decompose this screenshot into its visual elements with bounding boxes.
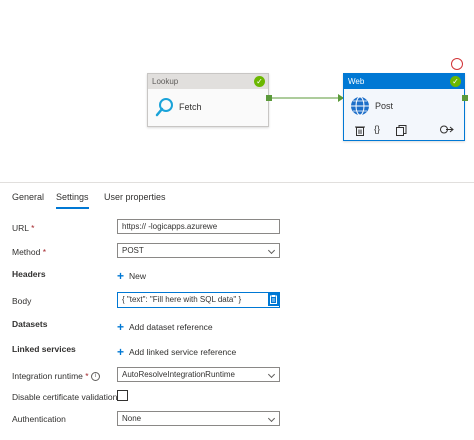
lookup-activity-type: Lookup [152,77,179,86]
plus-icon: + [117,269,125,283]
add-linked-service-reference-button[interactable]: + Add linked service reference [117,344,237,359]
linked-services-label: Linked services [12,344,76,354]
required-marker: * [31,223,35,233]
method-label: Method * [12,247,46,257]
datasets-label: Datasets [12,319,48,329]
add-dataset-reference-button[interactable]: + Add dataset reference [117,319,213,334]
breakpoint-icon[interactable] [451,58,463,70]
web-activity-type: Web [348,77,365,86]
lookup-activity-name: Fetch [179,102,202,112]
integration-runtime-label: Integration runtime * i [12,371,100,382]
disable-cert-label: Disable certificate validation [12,392,118,402]
globe-icon [351,96,369,116]
url-label: URL * [12,223,34,233]
search-icon [155,98,173,117]
tab-settings-underline [56,207,89,209]
new-header-label: New [129,271,147,281]
authentication-select[interactable]: None [117,411,280,426]
body-input-value: { "text": "Fill here with SQL data" } [122,295,242,304]
integration-runtime-label-text: Integration runtime [12,371,83,381]
add-dataset-reference-label: Add dataset reference [129,322,213,332]
url-label-text: URL [12,223,29,233]
url-input[interactable]: https:// -logicapps.azurewe [117,219,280,234]
output-arrow-icon[interactable] [440,124,454,135]
body-input[interactable]: { "text": "Fill here with SQL data" } [117,292,280,308]
tab-user-properties[interactable]: User properties [104,192,166,202]
tab-settings[interactable]: Settings [56,192,89,202]
lookup-activity-header: Lookup [148,74,268,89]
tab-general[interactable]: General [12,192,44,202]
panel-divider [0,182,474,183]
disable-cert-checkbox[interactable] [117,390,128,401]
success-check-icon: ✓ [450,76,461,87]
clipboard-icon [270,295,277,304]
method-label-text: Method [12,247,41,257]
lookup-activity[interactable]: Lookup ✓ Fetch [147,73,269,127]
add-linked-service-reference-label: Add linked service reference [129,347,237,357]
authentication-select-value: None [122,414,142,423]
activity-connector [268,94,344,102]
new-header-button[interactable]: + New [117,268,147,283]
web-success-output[interactable] [462,95,468,101]
integration-runtime-select[interactable]: AutoResolveIntegrationRuntime [117,367,280,382]
plus-icon: + [117,345,125,359]
body-label: Body [12,296,32,306]
integration-runtime-select-value: AutoResolveIntegrationRuntime [122,370,235,379]
headers-label: Headers [12,269,46,279]
delete-icon[interactable] [355,125,365,136]
required-marker: * [42,247,47,257]
required-marker: * [85,371,89,381]
web-activity-name: Post [375,101,394,111]
method-select-value: POST [122,246,144,255]
web-activity[interactable]: Web ✓ Post {} [343,73,465,141]
dynamic-content-button[interactable] [268,293,279,306]
plus-icon: + [117,320,125,334]
authentication-label: Authentication [12,414,66,424]
copy-icon[interactable] [396,125,407,136]
method-select[interactable]: POST [117,243,280,258]
success-check-icon: ✓ [254,76,265,87]
info-icon[interactable]: i [90,372,100,382]
web-activity-header: Web [344,74,464,89]
lookup-success-output[interactable] [266,95,272,101]
code-icon[interactable]: {} [374,124,380,134]
